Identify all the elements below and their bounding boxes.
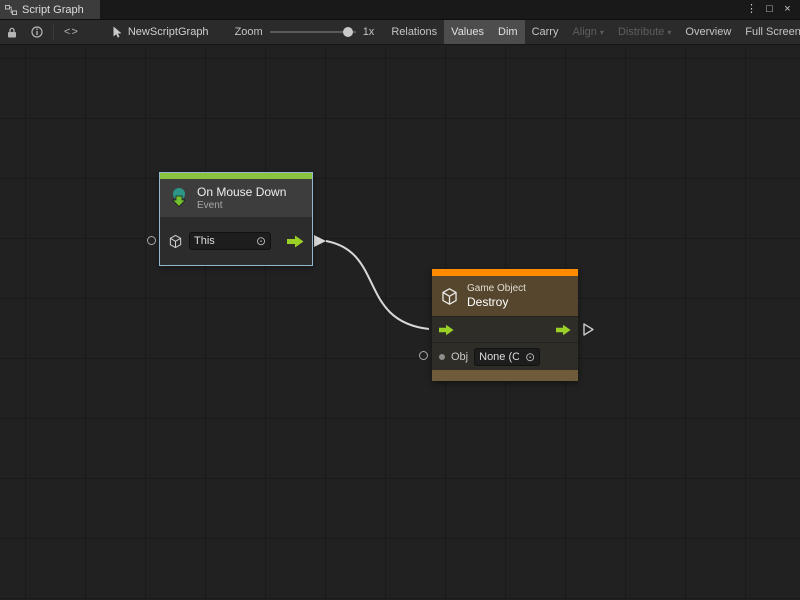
toolbar-separator (53, 25, 54, 40)
flow-output-arrow-icon[interactable] (287, 235, 304, 248)
flow-input-arrow-icon[interactable] (439, 324, 454, 336)
event-target-port[interactable] (147, 236, 156, 245)
cursor-icon (112, 26, 123, 38)
cube-icon (168, 234, 183, 249)
zoom-slider-knob[interactable] (343, 27, 353, 37)
connection-wire[interactable] (0, 46, 800, 600)
graph-name-label[interactable]: NewScriptGraph (128, 26, 209, 38)
overview-button[interactable]: Overview (678, 20, 738, 44)
obj-field[interactable]: None (O ⊙ (474, 348, 540, 366)
object-picker-icon[interactable]: ⊙ (525, 350, 535, 364)
window-titlebar: Script Graph ⋮ □ × (0, 0, 800, 19)
carry-button[interactable]: Carry (525, 20, 566, 44)
destroy-node-accent (432, 269, 578, 276)
close-icon[interactable]: × (780, 2, 795, 17)
align-button: Align▾ (565, 20, 610, 44)
graph-canvas[interactable]: On Mouse Down Event This ⊙ (0, 46, 800, 600)
obj-param-label: Obj (451, 351, 468, 363)
destroy-node-category: Game Object (467, 283, 526, 294)
destroy-node-title: Destroy (467, 295, 526, 309)
relations-button[interactable]: Relations (384, 20, 444, 44)
on-mouse-down-node[interactable]: On Mouse Down Event This ⊙ (160, 173, 312, 265)
flow-output-arrow-icon[interactable] (556, 324, 571, 336)
script-graph-tab[interactable]: Script Graph (0, 0, 100, 19)
info-icon[interactable] (24, 20, 50, 44)
titlebar-drag-area (100, 0, 744, 19)
zoom-slider[interactable] (270, 31, 356, 33)
event-node-subtitle: Event (197, 200, 286, 211)
zoom-value: 1x (363, 26, 375, 38)
distribute-button: Distribute▾ (611, 20, 678, 44)
kebab-menu-icon[interactable]: ⋮ (744, 2, 759, 17)
destroy-node[interactable]: Game Object Destroy Obj None (O ⊙ (432, 269, 578, 381)
code-view-icon[interactable]: <> (57, 20, 86, 44)
chevron-down-icon: ▾ (600, 28, 604, 37)
dim-button[interactable]: Dim (491, 20, 525, 44)
cube-icon (440, 287, 459, 306)
lock-icon[interactable] (0, 20, 24, 44)
values-button[interactable]: Values (444, 20, 491, 44)
chevron-down-icon: ▾ (667, 28, 671, 37)
window-tab-title: Script Graph (22, 4, 84, 16)
fullscreen-button[interactable]: Full Screen (738, 20, 800, 44)
target-field-value: This (194, 235, 215, 247)
destroy-node-footer (432, 370, 578, 381)
flow-continuation-triangle-icon[interactable] (583, 323, 594, 341)
target-field[interactable]: This ⊙ (189, 232, 271, 250)
script-graph-icon (5, 4, 17, 16)
obj-field-value: None (O (479, 351, 519, 363)
zoom-label: Zoom (235, 26, 263, 38)
event-node-title: On Mouse Down (197, 185, 286, 199)
object-picker-icon[interactable]: ⊙ (256, 234, 266, 248)
maximize-icon[interactable]: □ (762, 2, 777, 17)
event-icon (168, 187, 190, 209)
destroy-obj-port[interactable] (419, 351, 428, 360)
graph-toolbar: <> NewScriptGraph Zoom 1x Relations Valu… (0, 19, 800, 45)
value-port-dot (439, 354, 445, 360)
